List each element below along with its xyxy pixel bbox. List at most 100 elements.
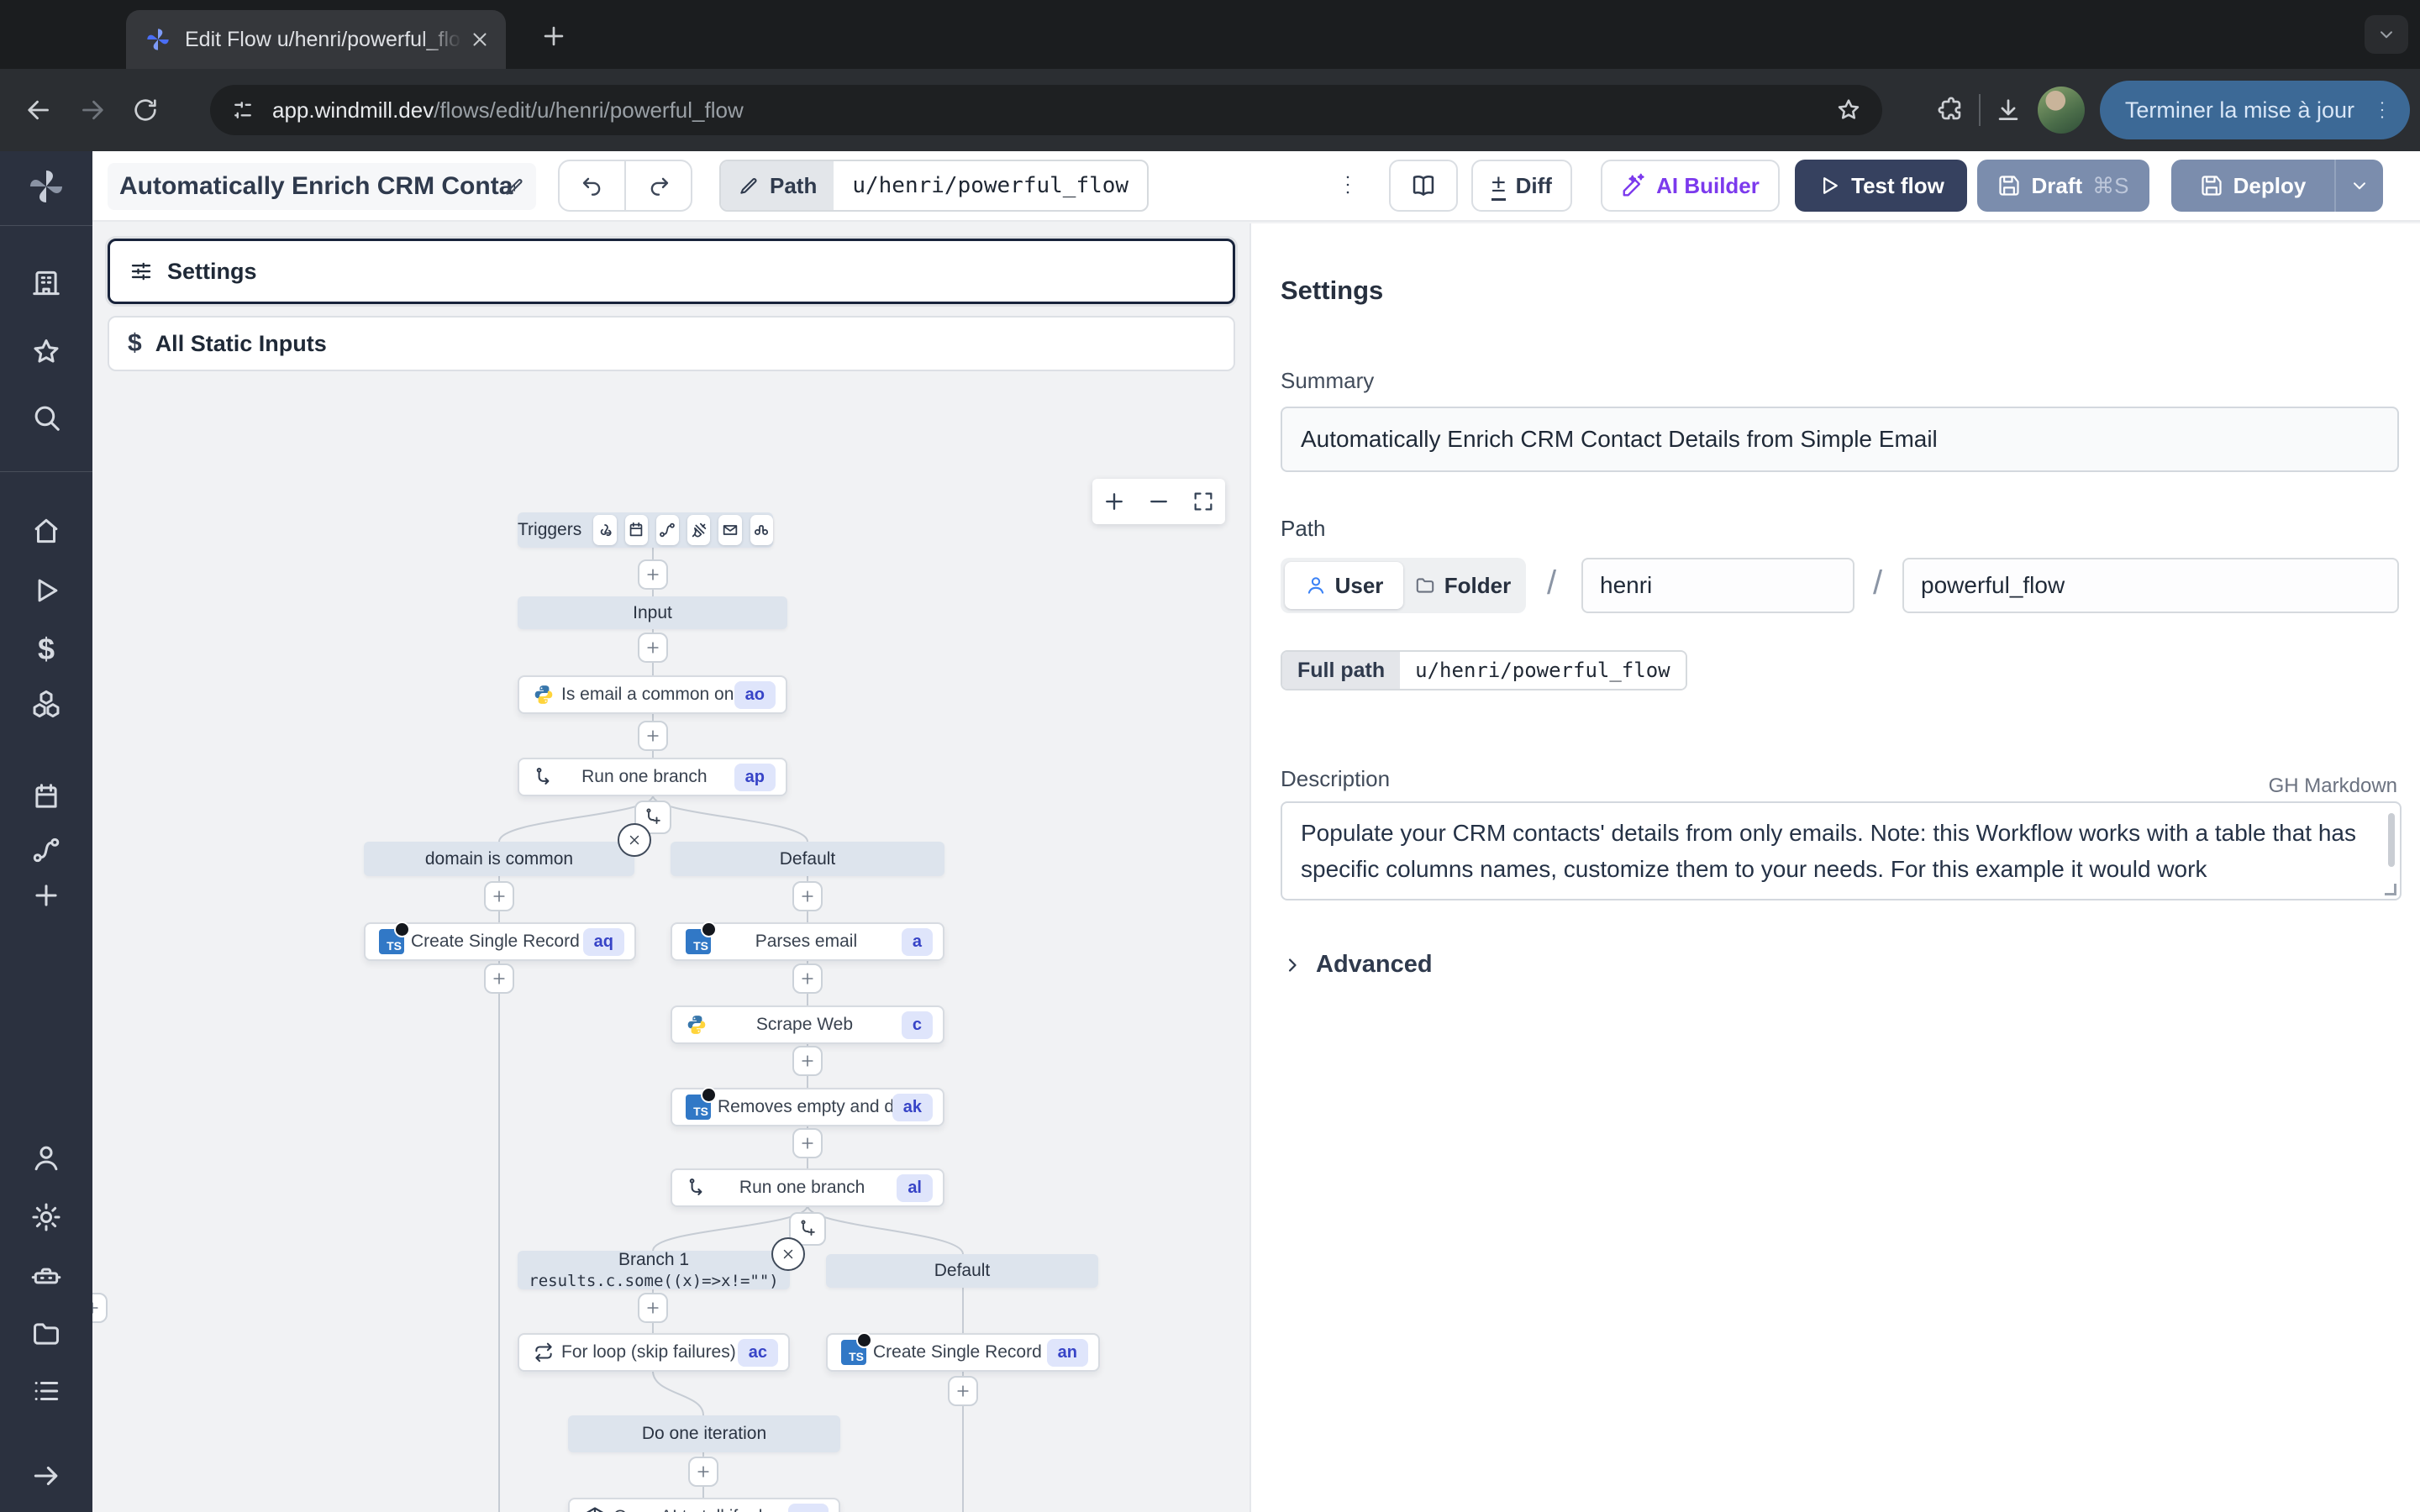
plus-icon — [30, 879, 62, 911]
sidebar-item-logs[interactable] — [0, 1375, 92, 1407]
docs-button[interactable] — [1389, 160, 1458, 212]
sidebar-item-folders[interactable] — [0, 1318, 92, 1350]
flow-path-chip[interactable]: Path u/henri/powerful_flow — [719, 160, 1149, 212]
owner-input[interactable]: henri — [1581, 558, 1854, 613]
branch-header-node[interactable]: Branch 1 results.c.some((x)=>x!="") — [518, 1251, 790, 1289]
step-node[interactable]: Run one branch al — [671, 1168, 944, 1207]
webhook-trigger-icon[interactable] — [593, 515, 616, 545]
more-options-icon[interactable] — [1328, 165, 1368, 205]
sidebar-item-routes[interactable] — [0, 834, 92, 866]
zoom-out-button[interactable] — [1137, 479, 1181, 524]
sidebar-item-users[interactable] — [0, 1142, 92, 1174]
scrollbar-thumb[interactable] — [2388, 813, 2395, 867]
browser-tab[interactable]: Edit Flow u/henri/powerful_flo — [126, 10, 506, 69]
downloads-icon[interactable] — [1994, 96, 2023, 124]
ai-builder-button[interactable]: AI Builder — [1601, 160, 1780, 212]
add-step-button[interactable] — [638, 559, 668, 590]
sidebar-item-add[interactable] — [0, 879, 92, 911]
flow-title-field[interactable]: Automatically Enrich CRM Contact — [108, 163, 536, 210]
schedule-trigger-icon[interactable] — [625, 515, 648, 545]
remove-branch-button[interactable] — [618, 823, 651, 857]
reload-button[interactable] — [131, 96, 160, 124]
kafka-trigger-icon[interactable] — [750, 515, 773, 545]
add-step-button[interactable] — [638, 633, 668, 663]
zoom-in-button[interactable] — [1092, 479, 1137, 524]
websocket-trigger-icon[interactable] — [687, 515, 710, 545]
fit-view-button[interactable] — [1181, 479, 1225, 524]
add-step-button[interactable] — [484, 963, 514, 994]
add-step-button[interactable] — [638, 721, 668, 751]
step-node[interactable]: TS Parses email a — [671, 922, 944, 961]
diff-button[interactable]: ± Diff — [1471, 160, 1572, 212]
sidebar-item-search[interactable] — [0, 402, 92, 433]
site-settings-icon[interactable] — [230, 97, 255, 123]
add-step-button[interactable] — [792, 1046, 823, 1076]
add-step-button[interactable] — [484, 881, 514, 911]
new-tab-button[interactable] — [539, 22, 568, 50]
address-bar[interactable]: app.windmill.dev/flows/edit/u/henri/powe… — [210, 85, 1882, 135]
sidebar-item-runs[interactable] — [0, 575, 92, 606]
sidebar-item-home[interactable] — [0, 515, 92, 547]
step-node[interactable]: TS Create Single Record (Airtable) an — [826, 1333, 1100, 1372]
tab-search-button[interactable] — [2365, 15, 2408, 54]
step-node[interactable]: Run one branch ap — [518, 758, 787, 796]
test-flow-button[interactable]: Test flow — [1795, 160, 1967, 212]
step-node[interactable]: TS Removes empty and duplicates ak — [671, 1088, 944, 1126]
step-node[interactable]: Open AI to tell if relevant result ae — [568, 1498, 840, 1512]
deploy-button[interactable]: Deploy — [2171, 160, 2383, 212]
toggle-user[interactable]: User — [1285, 562, 1403, 609]
step-node[interactable]: Scrape Web c — [671, 1005, 944, 1044]
add-step-button[interactable] — [948, 1376, 978, 1406]
bookmark-star-icon[interactable] — [1835, 97, 1862, 123]
add-step-button[interactable] — [688, 1457, 718, 1487]
profile-avatar[interactable] — [2038, 87, 2085, 134]
redo-button[interactable] — [626, 161, 691, 210]
triggers-node[interactable]: Triggers — [518, 512, 773, 548]
back-button[interactable] — [24, 95, 54, 125]
flow-name-input[interactable]: powerful_flow — [1902, 558, 2399, 613]
http-route-trigger-icon[interactable] — [656, 515, 679, 545]
tab-close-icon[interactable] — [469, 29, 491, 50]
undo-button[interactable] — [560, 161, 624, 210]
add-step-button[interactable] — [92, 1293, 108, 1323]
sidebar-item-settings[interactable] — [0, 1201, 92, 1233]
toggle-folder[interactable]: Folder — [1403, 562, 1522, 609]
add-step-button[interactable] — [792, 1128, 823, 1158]
browser-update-button[interactable]: Terminer la mise à jour — [2100, 81, 2410, 139]
browser-menu-icon[interactable] — [2370, 97, 2395, 123]
flow-graph-canvas[interactable]: Triggers Input Is email a common one? ao… — [92, 371, 1249, 1512]
add-step-button[interactable] — [792, 963, 823, 994]
description-textarea[interactable]: Populate your CRM contacts' details from… — [1281, 801, 2402, 900]
do-one-iteration-node[interactable]: Do one iteration — [568, 1415, 840, 1452]
advanced-toggle[interactable]: Advanced — [1281, 951, 1433, 979]
sidebar-item-resources[interactable] — [0, 688, 92, 720]
deploy-dropdown[interactable] — [2336, 175, 2383, 197]
sidebar-item-favorites[interactable] — [0, 336, 92, 368]
draft-shortcut: ⌘S — [2092, 173, 2128, 199]
step-node[interactable]: TS Create Single Record (Airtable) aq — [364, 922, 636, 961]
windmill-logo[interactable] — [0, 166, 92, 207]
sidebar-item-workspace[interactable] — [0, 267, 92, 299]
branch-header-node[interactable]: domain is common — [364, 842, 634, 876]
sidebar-item-schedules[interactable] — [0, 781, 92, 813]
step-node[interactable]: Is email a common one? ao — [518, 675, 787, 714]
sidebar-item-workers[interactable] — [0, 1260, 92, 1292]
flow-settings-card[interactable]: Settings — [108, 239, 1235, 304]
summary-input[interactable]: Automatically Enrich CRM Contact Details… — [1281, 407, 2399, 472]
add-step-button[interactable] — [638, 1293, 668, 1323]
remove-branch-button[interactable] — [771, 1237, 805, 1271]
branch-header-node[interactable]: Default — [671, 842, 944, 876]
sidebar-item-variables[interactable]: $ — [0, 632, 92, 667]
save-draft-button[interactable]: Draft ⌘S — [1977, 160, 2149, 212]
input-node[interactable]: Input — [518, 596, 787, 629]
extensions-icon[interactable] — [1937, 96, 1965, 124]
add-step-button[interactable] — [792, 881, 823, 911]
branch-header-node[interactable]: Default — [826, 1254, 1098, 1288]
email-trigger-icon[interactable] — [718, 515, 741, 545]
sidebar-expand[interactable] — [0, 1460, 92, 1492]
forward-button[interactable] — [77, 95, 108, 125]
step-node[interactable]: For loop (skip failures) ac — [518, 1333, 790, 1372]
all-static-inputs-card[interactable]: $ All Static Inputs — [108, 316, 1235, 371]
redo-icon — [646, 173, 671, 198]
resize-handle[interactable] — [2385, 884, 2396, 895]
